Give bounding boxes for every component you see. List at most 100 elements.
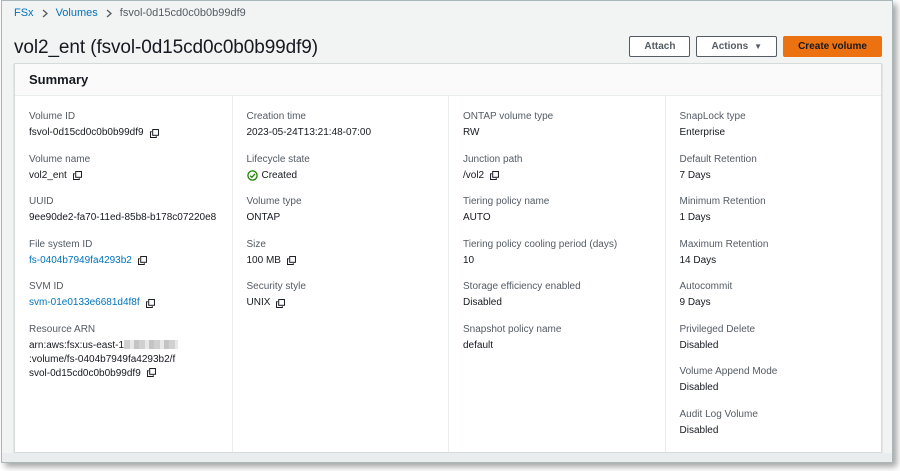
field-volume-id: Volume ID fsvol-0d15cd0c0b0b99df9 <box>29 110 218 140</box>
summary-column-1: Volume ID fsvol-0d15cd0c0b0b99df9 Volume… <box>15 96 232 452</box>
field-label: Maximum Retention <box>679 238 769 250</box>
field-label: Default Retention <box>679 153 757 165</box>
copy-icon[interactable] <box>145 298 155 308</box>
breadcrumb-volumes[interactable]: Volumes <box>56 7 98 19</box>
field-label: Size <box>246 238 266 250</box>
attach-button[interactable]: Attach <box>629 36 691 57</box>
volume-id-value: fsvol-0d15cd0c0b0b99df9 <box>29 127 144 138</box>
summary-panel: Summary Volume ID fsvol-0d15cd0c0b0b99df… <box>14 63 882 453</box>
field-file-system-id: File system ID fs-0404b7949fa4293b2 <box>29 238 218 268</box>
field-label: SVM ID <box>29 281 64 292</box>
volume-type-value: ONTAP <box>246 212 281 223</box>
copy-icon[interactable] <box>276 298 286 308</box>
resource-arn-value: arn:aws:fsx:us-east-1:volume/fs-0404b794… <box>29 339 179 381</box>
field-creation-time: Creation time 2023-05-24T13:21:48-07:00 <box>247 110 435 140</box>
field-privileged-delete: Privileged Delete Disabled <box>680 323 868 353</box>
field-label: File system ID <box>29 238 93 250</box>
field-value: UNIX <box>247 296 435 310</box>
copy-icon[interactable] <box>149 128 159 138</box>
append-mode-value: Disabled <box>679 382 719 393</box>
field-label: UUID <box>29 196 54 207</box>
field-label: Tiering policy cooling period (days) <box>463 238 618 250</box>
field-label: Volume ID <box>29 111 76 122</box>
field-tiering-cooling-period: Tiering policy cooling period (days) 10 <box>463 238 651 268</box>
field-value: 100 MB <box>247 254 435 268</box>
redacted-account-id <box>124 340 179 350</box>
field-volume-append-mode: Volume Append Mode Disabled <box>680 365 868 395</box>
minimum-retention-value: 1 Days <box>679 212 711 223</box>
status-positive-icon <box>246 170 258 181</box>
field-label: Volume Append Mode <box>679 366 778 377</box>
lifecycle-value: Created <box>261 169 298 181</box>
field-value: fsvol-0d15cd0c0b0b99df9 <box>29 126 218 140</box>
field-storage-efficiency: Storage efficiency enabled Disabled <box>463 280 651 310</box>
field-lifecycle-state: Lifecycle state Created <box>247 153 435 183</box>
field-snapshot-policy: Snapshot policy name default <box>463 323 651 353</box>
snapshot-value: default <box>463 339 494 351</box>
header-actions: Attach Actions ▼ Create volume <box>629 36 882 57</box>
field-audit-log-volume: Audit Log Volume Disabled <box>680 408 868 438</box>
field-label: Audit Log Volume <box>679 408 758 420</box>
breadcrumb: FSx Volumes fsvol-0d15cd0c0b0b99df9 <box>14 7 246 19</box>
field-label: Minimum Retention <box>679 196 766 207</box>
field-value: fs-0404b7949fa4293b2 <box>29 254 218 268</box>
summary-column-2: Creation time 2023-05-24T13:21:48-07:00 … <box>231 96 449 452</box>
field-junction-path: Junction path /vol2 <box>463 153 651 183</box>
field-label: Storage efficiency enabled <box>463 281 581 292</box>
field-security-style: Security style UNIX <box>247 280 435 310</box>
field-minimum-retention: Minimum Retention 1 Days <box>680 195 868 225</box>
tiering-cooling-value: 10 <box>463 254 475 266</box>
copy-icon[interactable] <box>146 368 156 378</box>
volume-name-value: vol2_ent <box>29 169 67 181</box>
breadcrumb-fsx[interactable]: FSx <box>14 7 34 19</box>
field-volume-name: Volume name vol2_ent <box>29 153 218 183</box>
create-volume-button[interactable]: Create volume <box>783 36 882 57</box>
page-title: vol2_ent (fsvol-0d15cd0c0b0b99df9) <box>14 37 318 58</box>
file-system-id-link[interactable]: fs-0404b7949fa4293b2 <box>29 254 132 268</box>
field-label: ONTAP volume type <box>463 111 554 122</box>
copy-icon[interactable] <box>490 171 500 180</box>
tiering-name-value: AUTO <box>463 212 491 223</box>
actions-dropdown-button[interactable]: Actions ▼ <box>696 36 778 57</box>
maximum-retention-value: 14 Days <box>679 254 717 266</box>
field-label: Privileged Delete <box>679 323 756 335</box>
security-style-value: UNIX <box>246 297 271 308</box>
snaplock-type-value: Enterprise <box>679 127 726 138</box>
field-label: Tiering policy name <box>463 196 550 207</box>
creation-time-value: 2023-05-24T13:21:48-07:00 <box>246 127 372 138</box>
actions-label: Actions <box>711 41 749 52</box>
field-label: Autocommit <box>679 281 733 292</box>
field-default-retention: Default Retention 7 Days <box>680 153 868 183</box>
field-svm-id: SVM ID svm-01e0133e6681d4f8f <box>29 280 218 310</box>
field-size: Size 100 MB <box>247 238 435 268</box>
field-label: SnapLock type <box>679 111 746 122</box>
caret-down-icon: ▼ <box>754 42 763 51</box>
storage-eff-value: Disabled <box>463 297 502 308</box>
copy-icon[interactable] <box>137 256 147 265</box>
field-value: /vol2 <box>463 169 651 183</box>
autocommit-value: 9 Days <box>679 297 711 308</box>
breadcrumb-current: fsvol-0d15cd0c0b0b99df9 <box>119 7 246 19</box>
default-retention-value: 7 Days <box>679 169 711 181</box>
copy-icon[interactable] <box>72 171 82 180</box>
audit-log-value: Disabled <box>679 424 719 436</box>
field-resource-arn: Resource ARN arn:aws:fsx:us-east-1:volum… <box>29 323 218 381</box>
svm-id-link[interactable]: svm-01e0133e6681d4f8f <box>29 296 140 310</box>
field-label: Security style <box>246 281 306 292</box>
field-label: Creation time <box>246 111 306 122</box>
ontap-type-value: RW <box>463 127 480 138</box>
field-label: Volume type <box>246 196 302 207</box>
field-label: Junction path <box>463 153 523 165</box>
create-volume-label: Create volume <box>798 41 867 52</box>
summary-columns: Volume ID fsvol-0d15cd0c0b0b99df9 Volume… <box>15 96 881 452</box>
privileged-delete-value: Disabled <box>679 339 719 351</box>
field-ontap-volume-type: ONTAP volume type RW <box>463 110 651 140</box>
field-volume-type: Volume type ONTAP <box>247 195 435 225</box>
lifecycle-status: Created <box>246 169 435 183</box>
copy-icon[interactable] <box>287 256 296 265</box>
field-autocommit: Autocommit 9 Days <box>680 280 868 310</box>
size-value: 100 MB <box>246 254 281 266</box>
junction-value: /vol2 <box>463 169 485 181</box>
field-label: Snapshot policy name <box>463 323 562 335</box>
summary-header: Summary <box>15 64 881 96</box>
